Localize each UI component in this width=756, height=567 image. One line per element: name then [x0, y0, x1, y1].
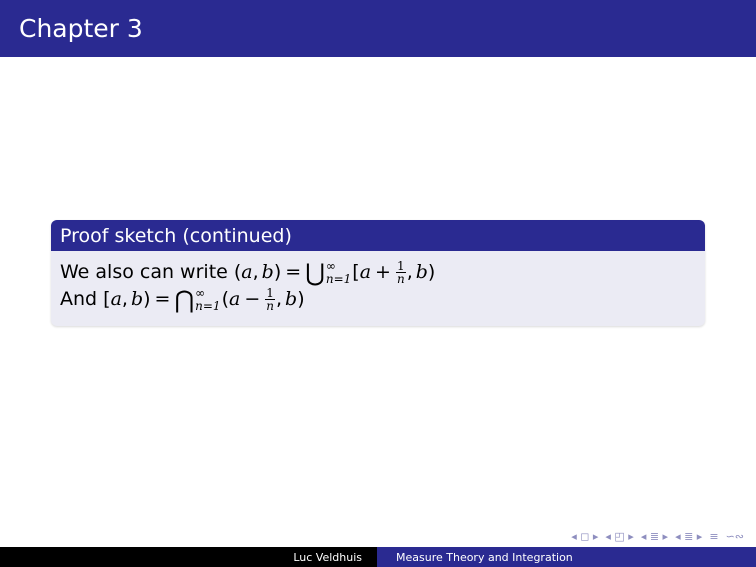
line2-lhs-open: [ [103, 288, 111, 310]
equation-line-1: We also can write ( a , b ) = ⋃ ∞ n=1 [ … [60, 259, 696, 286]
line2-prefix: And [60, 288, 104, 310]
line2-minus: − [244, 288, 261, 310]
union-symbol: ⋃ [305, 258, 325, 287]
nav-next-section-icon[interactable]: ◂ ≣ ▸ [675, 530, 702, 543]
block-title: Proof sketch (continued) [51, 220, 705, 251]
frame-title-text: Chapter 3 [19, 14, 143, 43]
line2-comma2: , [275, 288, 283, 310]
line1-eq: = [285, 261, 302, 283]
line2-sup: ∞ [195, 286, 206, 300]
line1-b2: b [415, 261, 428, 283]
line1-plus: + [375, 261, 391, 283]
frame-title: Chapter 3 [0, 0, 756, 57]
beamer-navigation: ◂ ◻ ▸ ◂ ◰ ▸ ◂ ≣ ▸ ◂ ≣ ▸ ≡ ∽∾ [571, 530, 744, 543]
block-title-text: Proof sketch (continued) [60, 224, 292, 247]
line2-set-open: ( [221, 288, 229, 310]
line1-a: a [241, 261, 253, 283]
line1-lhs-open: ( [233, 261, 242, 283]
line2-sub: n=1 [195, 299, 221, 313]
footer-author: Luc Veldhuis [0, 547, 377, 567]
line1-set-open: [ [352, 261, 360, 283]
line1-comma: , [252, 261, 259, 283]
block-body: We also can write ( a , b ) = ⋃ ∞ n=1 [ … [51, 251, 705, 313]
footer-title-text: Measure Theory and Integration [396, 550, 573, 564]
footer-title: Measure Theory and Integration [377, 547, 756, 567]
line2-set-close: ) [297, 288, 305, 310]
line1-frac-den: n [396, 272, 405, 286]
equation-line-2: And [ a , b ) = ⋂ ∞ n=1 ( a − 1 n , b ) [60, 286, 696, 313]
line2-a: a [110, 288, 122, 310]
footer: Luc Veldhuis Measure Theory and Integrat… [0, 547, 756, 567]
line2-eq: = [154, 288, 171, 310]
nav-section-icon[interactable]: ◂ ≣ ▸ [641, 530, 668, 543]
line2-b2: b [285, 288, 298, 310]
line1-set-close: ) [427, 261, 436, 283]
line1-sup: ∞ [325, 259, 336, 273]
line2-b: b [130, 288, 144, 310]
footer-author-text: Luc Veldhuis [293, 550, 362, 564]
line1-b: b [261, 261, 274, 283]
intersection-symbol: ⋂ [174, 285, 195, 314]
line1-prefix: We also can write [60, 261, 234, 283]
nav-search-icon[interactable]: ∽∾ [726, 530, 744, 543]
line2-frac-den: n [266, 299, 274, 313]
nav-subsection-icon[interactable]: ◂ ◰ ▸ [605, 530, 633, 543]
line2-fraction: 1 n [265, 287, 275, 312]
proof-block: Proof sketch (continued) We also can wri… [51, 220, 705, 326]
line1-limits: ∞ n=1 [326, 260, 351, 285]
line2-lhs-close: ) [143, 288, 151, 310]
line1-sub: n=1 [325, 272, 352, 286]
line1-a2: a [359, 261, 372, 283]
line1-comma2: , [406, 261, 413, 283]
line2-comma: , [121, 288, 128, 310]
line2-a2: a [228, 288, 241, 310]
line1-fraction: 1 n [396, 260, 406, 285]
line2-limits: ∞ n=1 [195, 287, 220, 312]
nav-align-icon[interactable]: ≡ [709, 530, 718, 543]
line1-lhs-close: ) [273, 261, 282, 283]
nav-frame-icon[interactable]: ◂ ◻ ▸ [571, 530, 598, 543]
